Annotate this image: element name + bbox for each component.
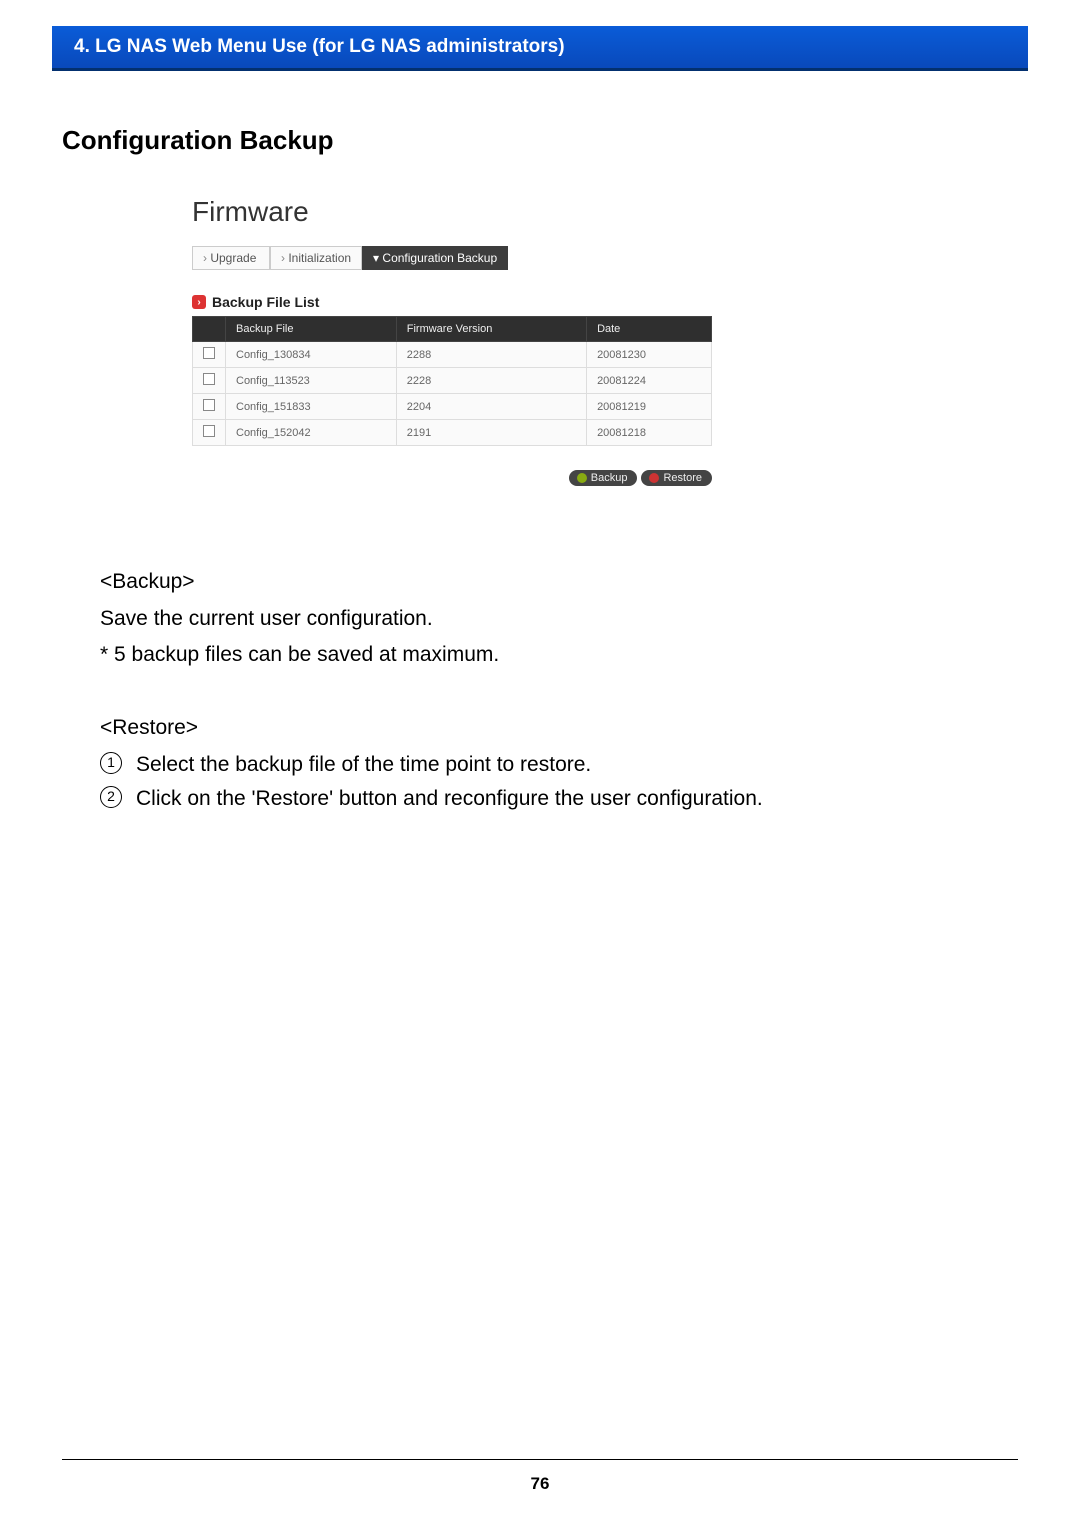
button-row: Backup Restore bbox=[192, 470, 712, 486]
step-number-1: 1 bbox=[100, 752, 122, 774]
restore-heading: <Restore> bbox=[100, 712, 1028, 745]
tab-upgrade[interactable]: Upgrade bbox=[192, 246, 270, 270]
tab-configuration-backup[interactable]: Configuration Backup bbox=[362, 246, 508, 270]
cell-file: Config_151833 bbox=[226, 394, 397, 420]
backup-list-title: › Backup File List bbox=[192, 294, 802, 310]
backup-list-title-text: Backup File List bbox=[212, 294, 319, 310]
col-backup-file: Backup File bbox=[226, 317, 397, 342]
footer-rule bbox=[62, 1459, 1018, 1460]
cell-date: 20081218 bbox=[587, 420, 712, 446]
chapter-header: 4. LG NAS Web Menu Use (for LG NAS admin… bbox=[52, 26, 1028, 71]
cell-file: Config_130834 bbox=[226, 342, 397, 368]
cell-version: 2288 bbox=[396, 342, 586, 368]
col-firmware-version: Firmware Version bbox=[396, 317, 586, 342]
restore-button[interactable]: Restore bbox=[641, 470, 712, 486]
cell-version: 2228 bbox=[396, 368, 586, 394]
table-row: Config_113523 2228 20081224 bbox=[193, 368, 712, 394]
restore-step-1: Select the backup file of the time point… bbox=[136, 749, 591, 782]
section-title: Configuration Backup bbox=[62, 125, 1028, 156]
cell-file: Config_113523 bbox=[226, 368, 397, 394]
cell-date: 20081224 bbox=[587, 368, 712, 394]
col-date: Date bbox=[587, 317, 712, 342]
arrow-icon: › bbox=[192, 295, 206, 309]
cell-file: Config_152042 bbox=[226, 420, 397, 446]
firmware-screenshot: Firmware Upgrade Initialization Configur… bbox=[192, 196, 802, 486]
backup-note: * 5 backup files can be saved at maximum… bbox=[100, 639, 1028, 672]
page-number: 76 bbox=[0, 1474, 1080, 1494]
table-row: Config_152042 2191 20081218 bbox=[193, 420, 712, 446]
backup-button[interactable]: Backup bbox=[569, 470, 638, 486]
tab-initialization[interactable]: Initialization bbox=[270, 246, 362, 270]
firmware-heading: Firmware bbox=[192, 196, 802, 228]
cell-date: 20081230 bbox=[587, 342, 712, 368]
backup-button-label: Backup bbox=[591, 472, 628, 484]
circle-icon bbox=[577, 473, 587, 483]
restore-step-2: Click on the 'Restore' button and reconf… bbox=[136, 783, 763, 816]
row-checkbox[interactable] bbox=[203, 347, 215, 359]
backup-table: Backup File Firmware Version Date Config… bbox=[192, 316, 712, 446]
document-body: <Backup> Save the current user configura… bbox=[100, 566, 1028, 816]
restore-steps: 1 Select the backup file of the time poi… bbox=[100, 749, 1028, 816]
row-checkbox[interactable] bbox=[203, 373, 215, 385]
backup-line: Save the current user configuration. bbox=[100, 603, 1028, 636]
cell-version: 2191 bbox=[396, 420, 586, 446]
row-checkbox[interactable] bbox=[203, 425, 215, 437]
row-checkbox[interactable] bbox=[203, 399, 215, 411]
backup-heading: <Backup> bbox=[100, 566, 1028, 599]
tab-row: Upgrade Initialization Configuration Bac… bbox=[192, 246, 802, 270]
col-select bbox=[193, 317, 226, 342]
table-row: Config_130834 2288 20081230 bbox=[193, 342, 712, 368]
restore-button-label: Restore bbox=[663, 472, 702, 484]
table-row: Config_151833 2204 20081219 bbox=[193, 394, 712, 420]
step-number-2: 2 bbox=[100, 786, 122, 808]
circle-icon bbox=[649, 473, 659, 483]
cell-version: 2204 bbox=[396, 394, 586, 420]
cell-date: 20081219 bbox=[587, 394, 712, 420]
